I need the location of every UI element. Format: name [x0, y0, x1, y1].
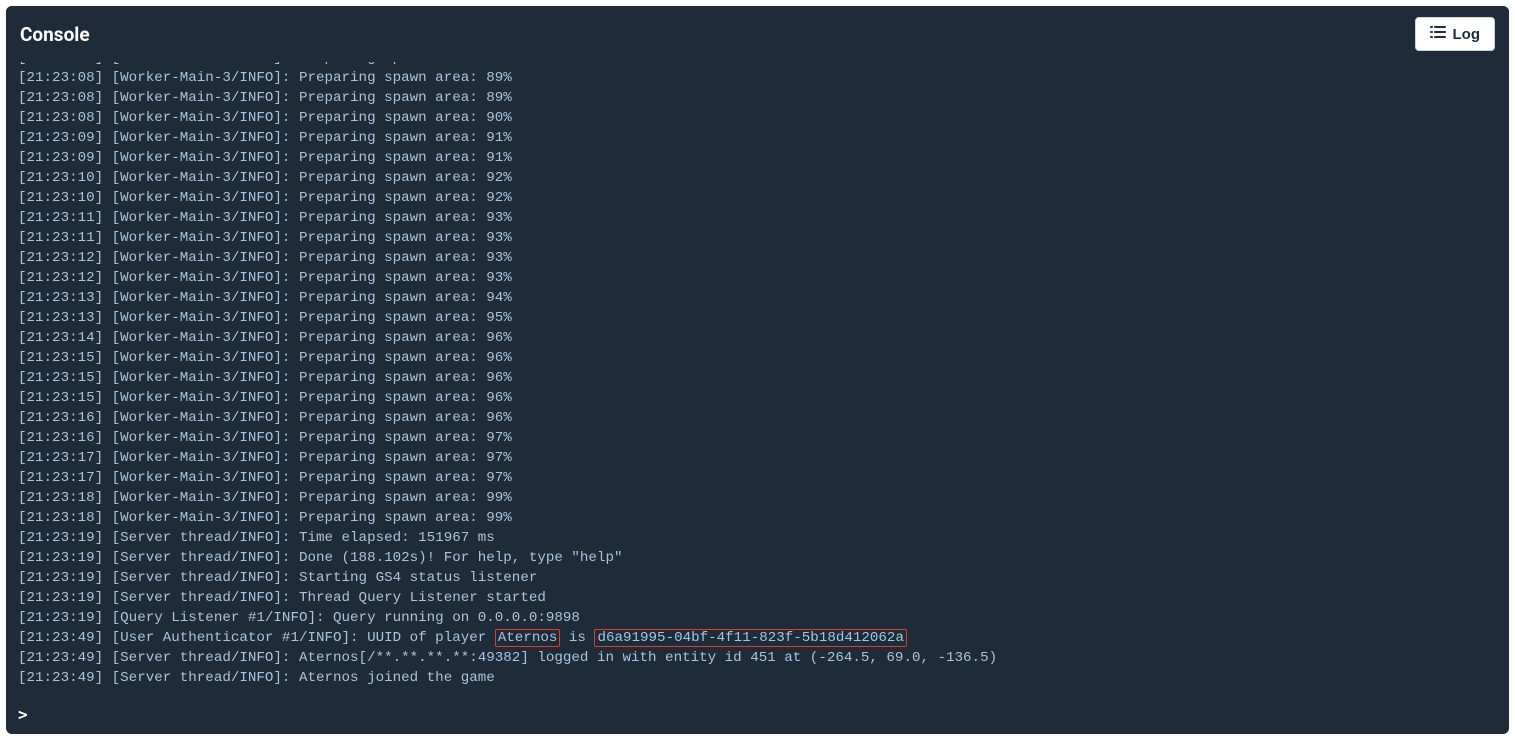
log-line: [21:23:49] [User Authenticator #1/INFO]:… — [18, 628, 1497, 648]
log-line: [21:23:11] [Worker-Main-3/INFO]: Prepari… — [18, 228, 1497, 248]
log-button[interactable]: Log — [1415, 17, 1496, 51]
log-line: [21:23:18] [Worker-Main-3/INFO]: Prepari… — [18, 508, 1497, 528]
log-line: [21:23:10] [Worker-Main-3/INFO]: Prepari… — [18, 168, 1497, 188]
uuid-highlight: d6a91995-04bf-4f11-823f-5b18d412062a — [594, 629, 907, 647]
log-button-label: Log — [1453, 26, 1481, 43]
log-line: [21:23:11] [Worker-Main-3/INFO]: Prepari… — [18, 208, 1497, 228]
log-line: [21:23:19] [Server thread/INFO]: Startin… — [18, 568, 1497, 588]
log-line: [21:23:15] [Worker-Main-3/INFO]: Prepari… — [18, 388, 1497, 408]
log-line: [21:23:17] [Worker-Main-3/INFO]: Prepari… — [18, 468, 1497, 488]
log-line: [21:23:08] [Worker-Main-3/INFO]: Prepari… — [18, 88, 1497, 108]
log-line: [21:23:16] [Worker-Main-3/INFO]: Prepari… — [18, 408, 1497, 428]
log-line: [21:23:09] [Worker-Main-3/INFO]: Prepari… — [18, 128, 1497, 148]
console-input-row[interactable]: > — [6, 701, 1509, 734]
log-line: [21:23:08] [Worker-Main-3/INFO]: Prepari… — [18, 108, 1497, 128]
log-line: [21:23:13] [Worker-Main-3/INFO]: Prepari… — [18, 288, 1497, 308]
log-line: [21:23:19] [Server thread/INFO]: Thread … — [18, 588, 1497, 608]
log-line: [21:23:10] [Worker-Main-3/INFO]: Prepari… — [18, 188, 1497, 208]
console-header: Console Log — [6, 6, 1509, 62]
log-line: [21:23:13] [Worker-Main-3/INFO]: Prepari… — [18, 308, 1497, 328]
prompt-caret-icon: > — [18, 705, 28, 724]
log-line: [21:23:16] [Worker-Main-3/INFO]: Prepari… — [18, 428, 1497, 448]
log-line: [21:23:19] [Server thread/INFO]: Time el… — [18, 528, 1497, 548]
log-line: [21:23:08] [Worker-Main-3/INFO]: Prepari… — [18, 68, 1497, 88]
log-line: [21:23:15] [Worker-Main-3/INFO]: Prepari… — [18, 368, 1497, 388]
log-line: [21:23:49] [Server thread/INFO]: Aternos… — [18, 648, 1497, 668]
log-line: [21:23:49] [Server thread/INFO]: Aternos… — [18, 668, 1497, 688]
log-line: [21:23:14] [Worker-Main-3/INFO]: Prepari… — [18, 328, 1497, 348]
console-panel: Console Log [21:23:07] [Worker-Main-3/IN… — [6, 6, 1509, 734]
log-line: [21:23:15] [Worker-Main-3/INFO]: Prepari… — [18, 348, 1497, 368]
log-line: [21:23:18] [Worker-Main-3/INFO]: Prepari… — [18, 488, 1497, 508]
console-body[interactable]: [21:23:07] [Worker-Main-3/INFO]: Prepari… — [6, 62, 1509, 701]
log-lines: [21:23:07] [Worker-Main-3/INFO]: Prepari… — [18, 62, 1497, 688]
log-line: [21:23:09] [Worker-Main-3/INFO]: Prepari… — [18, 148, 1497, 168]
list-icon — [1430, 25, 1446, 43]
console-title: Console — [20, 23, 90, 46]
log-line: [21:23:17] [Worker-Main-3/INFO]: Prepari… — [18, 448, 1497, 468]
log-line: [21:23:12] [Worker-Main-3/INFO]: Prepari… — [18, 268, 1497, 288]
log-line: [21:23:19] [Server thread/INFO]: Done (1… — [18, 548, 1497, 568]
log-line: [21:23:19] [Query Listener #1/INFO]: Que… — [18, 608, 1497, 628]
player-name-highlight: Aternos — [495, 629, 561, 647]
log-line: [21:23:12] [Worker-Main-3/INFO]: Prepari… — [18, 248, 1497, 268]
